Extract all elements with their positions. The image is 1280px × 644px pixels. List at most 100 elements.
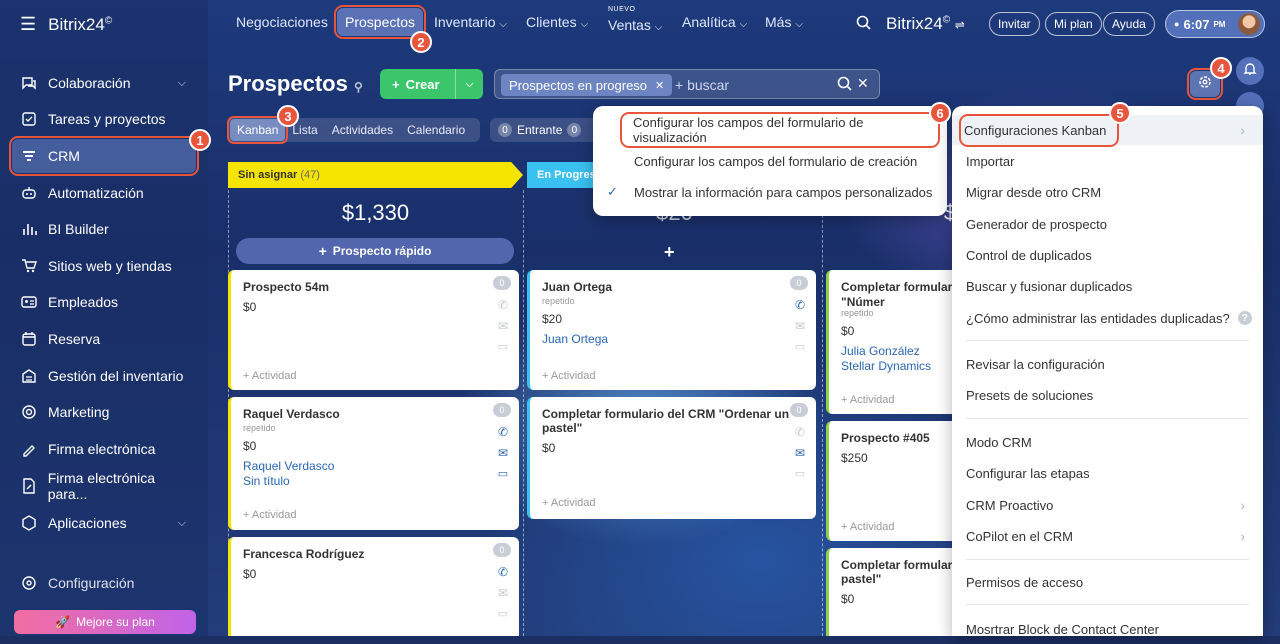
card-title[interactable]: Completar formulario llamar desde "Númer: [841, 280, 965, 310]
sidebar-item-empleados[interactable]: Empleados: [12, 285, 196, 319]
phone-icon[interactable]: ✆: [795, 425, 805, 439]
menu-item-proactivo[interactable]: CRM Proactivo ›: [952, 490, 1263, 520]
add-activity-link[interactable]: + Actividad: [243, 370, 297, 382]
search-icon[interactable]: [856, 15, 872, 36]
menu-item-permisos[interactable]: Permisos de acceso: [952, 567, 1263, 597]
counter-filter[interactable]: 0 Entrante 0: [490, 118, 600, 142]
card-title[interactable]: Francesca Rodríguez: [243, 547, 364, 561]
menu-item-fusionar[interactable]: Buscar y fusionar duplicados: [952, 271, 1263, 301]
phone-icon[interactable]: ✆: [498, 298, 508, 312]
menu-item-custom-fields[interactable]: ✓ Mostrar la información para campos per…: [593, 177, 947, 207]
mail-icon[interactable]: ✉: [795, 446, 805, 460]
clock-widget[interactable]: ● 6:07 PM: [1165, 10, 1265, 38]
kanban-card[interactable]: Completar formulario del CRM "Ordenar un…: [527, 397, 816, 519]
menu-item-duplicados[interactable]: Control de duplicados: [952, 240, 1263, 270]
menu-item-contact-center[interactable]: Mosrtrar Block de Contact Center: [952, 614, 1263, 644]
pin-icon[interactable]: ⚲: [354, 80, 363, 94]
nav-clientes[interactable]: Clientes ⌵: [526, 14, 588, 30]
tab-actividades[interactable]: Actividades: [325, 119, 400, 141]
card-contact-link[interactable]: Julia González: [841, 344, 920, 358]
mail-icon[interactable]: ✉: [795, 319, 805, 333]
chat-icon[interactable]: ▭: [498, 607, 508, 620]
sidebar-settings[interactable]: Configuración: [12, 566, 196, 600]
mail-icon[interactable]: ✉: [498, 446, 508, 460]
chat-icon[interactable]: ▭: [498, 467, 508, 480]
menu-item-etapas[interactable]: Configurar las etapas: [952, 458, 1263, 488]
sidebar-item-crm[interactable]: CRM: [9, 136, 199, 176]
mail-icon[interactable]: ✉: [498, 319, 508, 333]
kanban-card[interactable]: Completar formulario llamar desde "Númer…: [826, 270, 966, 414]
mail-icon[interactable]: ✉: [498, 586, 508, 600]
card-company-link[interactable]: Stellar Dynamics: [841, 359, 931, 373]
tab-calendario[interactable]: Calendario: [400, 119, 472, 141]
kanban-card[interactable]: Prospecto 54m $0 + Actividad 0 ✆ ✉ ▭: [228, 270, 519, 390]
switch-icon[interactable]: ⇌: [955, 18, 965, 32]
invite-button[interactable]: Invitar: [989, 12, 1040, 36]
menu-item-view-fields[interactable]: Configurar los campos del formulario de …: [620, 112, 940, 148]
avatar[interactable]: [1238, 13, 1260, 35]
sidebar-item-marketing[interactable]: Marketing: [12, 395, 196, 429]
notifications-button[interactable]: [1236, 57, 1264, 85]
menu-item-como-administrar[interactable]: ¿Cómo administrar las entidades duplicad…: [952, 303, 1263, 333]
nav-inventario[interactable]: Inventario ⌵: [434, 14, 507, 30]
sidebar-item-sitios[interactable]: Sitios web y tiendas: [12, 249, 196, 283]
phone-icon[interactable]: ✆: [498, 565, 508, 579]
card-title[interactable]: Prospecto 54m: [243, 280, 329, 294]
card-title[interactable]: Completar formulario pastel": [841, 558, 965, 586]
sidebar-item-firma[interactable]: Firma electrónica: [12, 432, 196, 466]
search-icon[interactable]: [837, 76, 853, 97]
kanban-card[interactable]: Juan Ortega repetido $20 Juan Ortega + A…: [527, 270, 816, 390]
sidebar-logo[interactable]: ☰ Bitrix24©: [20, 14, 112, 35]
kanban-card[interactable]: Francesca Rodríguez $0 0 ✆ ✉ ▭: [228, 537, 519, 636]
sidebar-item-automatizacion[interactable]: Automatización: [12, 176, 196, 210]
help-button[interactable]: Ayuda: [1103, 12, 1155, 36]
chat-icon[interactable]: ▭: [795, 340, 805, 353]
chat-icon[interactable]: ▭: [795, 467, 805, 480]
sidebar-item-tareas[interactable]: Tareas y proyectos: [12, 102, 196, 136]
menu-item-create-fields[interactable]: Configurar los campos del formulario de …: [593, 146, 947, 176]
search-input[interactable]: + buscar: [675, 77, 729, 93]
kanban-card[interactable]: Raquel Verdasco repetido $0 Raquel Verda…: [228, 397, 519, 530]
tab-kanban[interactable]: Kanban: [226, 116, 289, 144]
stage-header-sin-asignar[interactable]: Sin asignar (47): [228, 162, 523, 188]
upgrade-button[interactable]: 🚀 Mejore su plan: [14, 610, 196, 634]
add-activity-link[interactable]: + Actividad: [243, 509, 297, 521]
sidebar-item-inventario[interactable]: Gestión del inventario: [12, 359, 196, 393]
menu-item-copilot[interactable]: CoPilot en el CRM ›: [952, 521, 1263, 551]
add-activity-link[interactable]: + Actividad: [542, 497, 596, 509]
nav-prospectos[interactable]: Prospectos: [333, 5, 427, 39]
phone-icon[interactable]: ✆: [498, 425, 508, 439]
card-title[interactable]: Raquel Verdasco: [243, 407, 340, 421]
menu-item-revisar[interactable]: Revisar la configuración: [952, 349, 1263, 379]
close-icon[interactable]: ✕: [655, 79, 664, 92]
sidebar-item-aplicaciones[interactable]: Aplicaciones ⌵: [12, 506, 196, 540]
my-plan-button[interactable]: Mi plan: [1045, 12, 1102, 36]
menu-item-presets[interactable]: Presets de soluciones: [952, 380, 1263, 410]
menu-item-importar[interactable]: Importar: [952, 146, 1263, 176]
menu-item-migrar[interactable]: Migrar desde otro CRM: [952, 177, 1263, 207]
kanban-card[interactable]: Prospecto #405 $250 + Actividad: [826, 421, 966, 541]
quick-add-button[interactable]: + Prospecto rápido: [236, 238, 514, 264]
nav-analitica[interactable]: Analítica ⌵: [682, 14, 747, 30]
card-title[interactable]: Prospecto #405: [841, 431, 930, 445]
add-activity-link[interactable]: + Actividad: [841, 521, 895, 533]
kanban-card[interactable]: Completar formulario pastel" $0: [826, 548, 966, 636]
close-icon[interactable]: ✕: [857, 75, 869, 92]
sidebar-item-bi-builder[interactable]: BI Builder: [12, 212, 196, 246]
card-contact-link[interactable]: Juan Ortega: [542, 332, 608, 346]
menu-item-modo-crm[interactable]: Modo CRM: [952, 427, 1263, 457]
chevron-down-icon[interactable]: ⌵: [455, 69, 483, 99]
card-title[interactable]: Completar formulario del CRM "Ordenar un…: [542, 407, 792, 435]
menu-item-generador[interactable]: Generador de prospecto: [952, 209, 1263, 239]
card-contact-link[interactable]: Raquel Verdasco: [243, 459, 334, 473]
phone-icon[interactable]: ✆: [795, 298, 805, 312]
nav-negociaciones[interactable]: Negociaciones: [236, 14, 328, 30]
add-card-button[interactable]: +: [664, 242, 675, 263]
hamburger-icon[interactable]: ☰: [20, 14, 36, 35]
sidebar-item-colaboracion[interactable]: Colaboración ⌵: [12, 66, 196, 100]
sidebar-item-reserva[interactable]: Reserva: [12, 322, 196, 356]
add-activity-link[interactable]: + Actividad: [841, 394, 895, 406]
nav-mas[interactable]: Más ⌵: [765, 14, 803, 30]
filter-search[interactable]: Prospectos en progreso ✕ + buscar ✕: [494, 69, 880, 99]
add-activity-link[interactable]: + Actividad: [542, 370, 596, 382]
